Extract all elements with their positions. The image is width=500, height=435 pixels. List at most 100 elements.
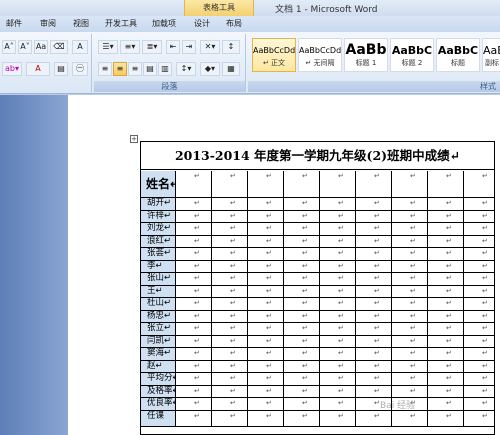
score-cell[interactable]: ↵ bbox=[428, 410, 464, 426]
decrease-indent-icon[interactable]: ⇤ bbox=[166, 40, 180, 54]
score-cell[interactable]: ↵ bbox=[464, 386, 494, 398]
char-border-button[interactable]: A bbox=[72, 40, 88, 54]
score-cell[interactable]: ↵ bbox=[320, 360, 356, 372]
score-cell[interactable]: ↵ bbox=[248, 335, 284, 347]
score-cell[interactable]: ↵ bbox=[464, 248, 494, 260]
name-cell[interactable]: 胡开↵ bbox=[141, 198, 176, 210]
score-cell[interactable]: ↵ bbox=[356, 310, 392, 322]
score-cell[interactable]: ↵ bbox=[248, 198, 284, 210]
name-cell[interactable]: 许梓↵ bbox=[141, 210, 176, 222]
score-cell[interactable]: ↵ bbox=[356, 348, 392, 360]
score-cell[interactable]: ↵ bbox=[428, 298, 464, 310]
score-cell[interactable]: ↵ bbox=[320, 198, 356, 210]
score-cell[interactable]: ↵ bbox=[320, 285, 356, 297]
score-cell[interactable]: ↵ bbox=[176, 223, 212, 235]
score-cell[interactable]: ↵ bbox=[284, 335, 320, 347]
shading-icon[interactable]: ◆▾ bbox=[200, 62, 220, 76]
score-cell[interactable]: ↵ bbox=[392, 273, 428, 285]
score-cell[interactable]: ↵ bbox=[320, 348, 356, 360]
name-cell[interactable]: 李↵ bbox=[141, 260, 176, 272]
score-cell[interactable]: ↵ bbox=[356, 198, 392, 210]
score-cell[interactable]: ↵ bbox=[248, 171, 284, 197]
score-cell[interactable]: ↵ bbox=[392, 235, 428, 247]
score-cell[interactable]: ↵ bbox=[320, 235, 356, 247]
score-cell[interactable]: ↵ bbox=[284, 410, 320, 426]
name-cell[interactable]: 及格率↵ bbox=[141, 385, 176, 397]
score-cell[interactable]: ↵ bbox=[428, 335, 464, 347]
char-shading-icon[interactable]: ▤ bbox=[54, 62, 68, 76]
score-cell[interactable]: ↵ bbox=[212, 235, 248, 247]
score-cell[interactable]: ↵ bbox=[284, 260, 320, 272]
score-cell[interactable]: ↵ bbox=[212, 171, 248, 197]
score-cell[interactable]: ↵ bbox=[212, 373, 248, 385]
score-cell[interactable]: ↵ bbox=[320, 260, 356, 272]
score-cell[interactable]: ↵ bbox=[428, 373, 464, 385]
score-cell[interactable]: ↵ bbox=[464, 171, 494, 197]
score-cell[interactable]: ↵ bbox=[320, 171, 356, 197]
numbering-icon[interactable]: ≡▾ bbox=[120, 40, 140, 54]
score-cell[interactable]: ↵ bbox=[176, 360, 212, 372]
score-cell[interactable]: ↵ bbox=[212, 298, 248, 310]
score-cell[interactable]: ↵ bbox=[428, 398, 464, 410]
score-cell[interactable]: ↵ bbox=[464, 311, 494, 323]
score-cell[interactable]: ↵ bbox=[176, 398, 212, 410]
score-cell[interactable]: ↵ bbox=[464, 223, 494, 235]
grow-font-button[interactable]: A˄ bbox=[2, 40, 16, 54]
score-cell[interactable]: ↵ bbox=[212, 260, 248, 272]
score-cell[interactable]: ↵ bbox=[212, 398, 248, 410]
header-name-cell[interactable]: 姓名↵ bbox=[141, 171, 176, 197]
score-cell[interactable]: ↵ bbox=[320, 410, 356, 426]
score-cell[interactable]: ↵ bbox=[176, 260, 212, 272]
score-cell[interactable]: ↵ bbox=[248, 285, 284, 297]
style-heading-1[interactable]: AaBb 标题 1 bbox=[344, 38, 388, 72]
score-cell[interactable]: ↵ bbox=[356, 235, 392, 247]
score-cell[interactable]: ↵ bbox=[356, 285, 392, 297]
score-cell[interactable]: ↵ bbox=[176, 171, 212, 197]
score-cell[interactable]: ↵ bbox=[212, 310, 248, 322]
style-normal[interactable]: AaBbCcDd ↵ 正文 bbox=[252, 38, 296, 72]
name-cell[interactable]: 窦海↵ bbox=[141, 348, 176, 360]
name-cell[interactable]: 浪红↵ bbox=[141, 235, 176, 247]
score-cell[interactable]: ↵ bbox=[428, 210, 464, 222]
score-cell[interactable]: ↵ bbox=[464, 286, 494, 298]
score-cell[interactable]: ↵ bbox=[464, 211, 494, 223]
score-cell[interactable]: ↵ bbox=[248, 235, 284, 247]
score-cell[interactable]: ↵ bbox=[428, 171, 464, 197]
score-cell[interactable]: ↵ bbox=[212, 323, 248, 335]
score-table[interactable]: 2013-2014 年度第一学期九年级(2)班期中成绩↵ 姓名 ↵ ↵ ↵ ↵ ↵ ↵ ↵ ↵ ↵… bbox=[140, 141, 495, 435]
score-cell[interactable]: ↵ bbox=[212, 223, 248, 235]
score-cell[interactable]: ↵ bbox=[428, 273, 464, 285]
change-case-button[interactable]: Aa bbox=[34, 40, 48, 54]
score-cell[interactable]: ↵ bbox=[176, 198, 212, 210]
name-cell[interactable]: 杨忠↵ bbox=[141, 310, 176, 322]
name-cell[interactable]: 刘龙↵ bbox=[141, 223, 176, 235]
name-cell[interactable]: 赵↵ bbox=[141, 360, 176, 372]
score-cell[interactable]: ↵ bbox=[392, 373, 428, 385]
name-cell[interactable]: 王↵ bbox=[141, 285, 176, 297]
score-cell[interactable]: ↵ bbox=[356, 373, 392, 385]
score-cell[interactable]: ↵ bbox=[320, 223, 356, 235]
bullets-icon[interactable]: ☰▾ bbox=[98, 40, 118, 54]
score-cell[interactable]: ↵ bbox=[320, 385, 356, 397]
table-title[interactable]: 2013-2014 年度第一学期九年级(2)班期中成绩↵ bbox=[141, 142, 494, 170]
enclosed-char-icon[interactable]: ㊀ bbox=[72, 62, 88, 76]
style-heading-2[interactable]: AaBbC 标题 2 bbox=[390, 38, 434, 72]
score-cell[interactable]: ↵ bbox=[320, 210, 356, 222]
shrink-font-button[interactable]: A˅ bbox=[18, 40, 32, 54]
score-cell[interactable]: ↵ bbox=[248, 273, 284, 285]
score-cell[interactable]: ↵ bbox=[392, 248, 428, 260]
score-cell[interactable]: ↵ bbox=[464, 261, 494, 273]
justify-icon[interactable]: ▤ bbox=[143, 62, 157, 76]
score-cell[interactable]: ↵ bbox=[212, 273, 248, 285]
score-cell[interactable]: ↵ bbox=[392, 285, 428, 297]
score-cell[interactable]: ↵ bbox=[176, 248, 212, 260]
score-cell[interactable]: ↵ bbox=[176, 348, 212, 360]
align-center-icon[interactable]: ≡ bbox=[113, 62, 127, 76]
score-cell[interactable]: ↵ bbox=[320, 373, 356, 385]
score-cell[interactable]: ↵ bbox=[356, 171, 392, 197]
score-cell[interactable]: ↵ bbox=[212, 210, 248, 222]
score-cell[interactable]: ↵ bbox=[320, 335, 356, 347]
score-cell[interactable]: ↵ bbox=[464, 336, 494, 348]
score-cell[interactable]: ↵ bbox=[248, 385, 284, 397]
score-cell[interactable]: ↵ bbox=[176, 323, 212, 335]
